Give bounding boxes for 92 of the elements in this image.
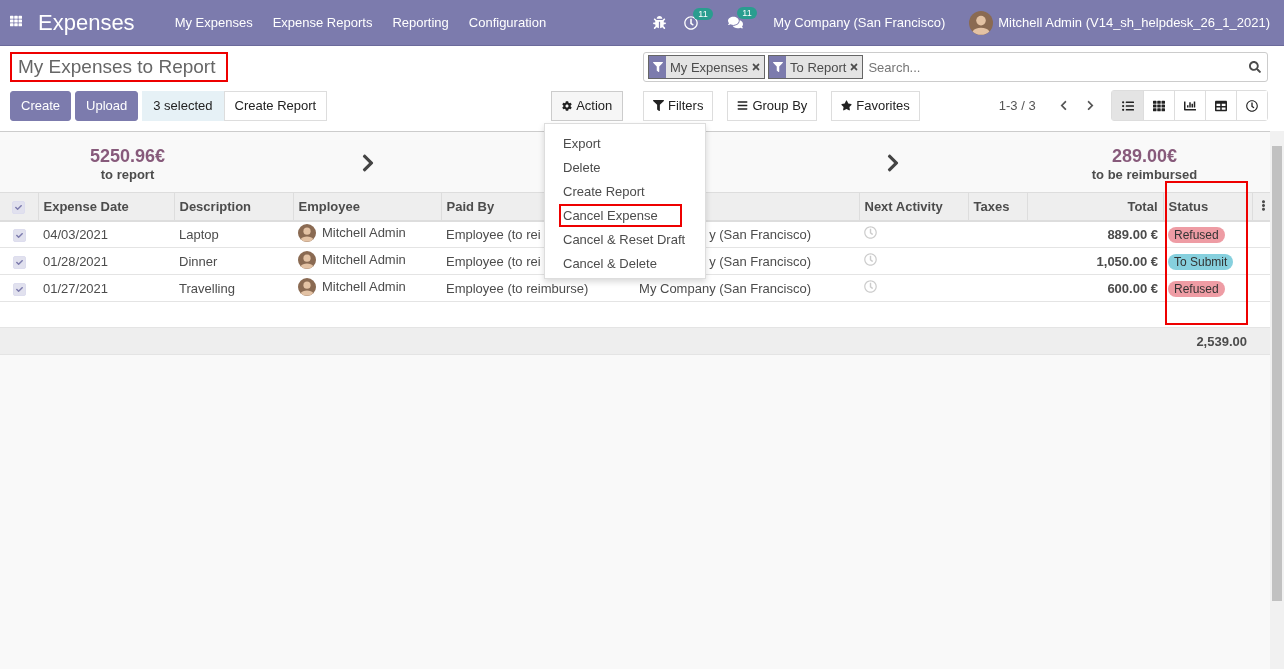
table-cell: 04/03/2021 [43,226,109,242]
table-cell: My Company (San Francisco) [639,280,811,296]
search-option-button[interactable]: Favorites [831,90,920,121]
bug-icon[interactable] [653,16,667,29]
search-icon[interactable] [1249,61,1261,73]
column-header[interactable]: Next Activity [859,192,968,221]
table-cell: Dinner [179,253,218,269]
row-checkbox[interactable] [12,255,26,269]
nav-menu-item[interactable]: Reporting [392,15,449,30]
view-switch-button[interactable] [1112,91,1143,120]
filter-facet[interactable]: My Expenses [648,55,766,79]
app-title: Expenses [38,9,135,36]
menu-item[interactable]: Cancel Expense [559,203,682,227]
status-badge: To Submit [1168,253,1234,270]
table-icon [1215,99,1227,112]
filter-icon [772,62,783,72]
table-cell: Mitchell Admin [322,225,406,241]
stat-label: to be reimbursed [1091,167,1198,182]
table-cell: Travelling [179,280,235,296]
primary-button[interactable]: Upload [75,90,139,121]
stat-label: to report [100,167,155,182]
clock-icon [1246,99,1258,112]
stat-amount: 5250.96€ [89,146,166,167]
gear-icon [562,100,573,111]
column-header[interactable]: Taxes [968,192,1027,221]
chat-icon[interactable] [728,15,744,30]
avatar-icon [298,277,316,296]
table-cell: y (San Francisco) [709,226,811,242]
menu-icon [737,100,749,111]
secondary-button[interactable]: Create Report [223,90,328,121]
table-cell: 1,050.00 € [1096,253,1158,269]
action-button[interactable]: Action [551,90,624,121]
status-badge: Refused [1168,280,1225,297]
status-badge: Refused [1168,226,1225,243]
column-header[interactable]: Status [1163,192,1252,221]
table-cell: Employee (to rei [446,226,541,242]
selection-count[interactable]: 3 selected [142,90,224,121]
nav-menu-item[interactable]: Configuration [468,15,547,30]
menu-item[interactable]: Cancel & Delete [559,251,659,275]
check-icon [15,285,23,293]
table-cell: 889.00 € [1107,226,1158,242]
close-icon[interactable] [849,62,860,72]
search-option-button[interactable]: Filters [643,90,714,121]
table-cell: 01/28/2021 [43,253,109,269]
column-header[interactable]: Total [1027,192,1163,221]
menu-item[interactable]: Export [559,131,603,155]
menu-item[interactable]: Delete [559,155,603,179]
avatar-icon [298,223,316,242]
close-icon[interactable] [751,62,762,72]
grid-view-icon [1153,99,1165,112]
view-switch-button[interactable] [1236,91,1267,120]
column-header[interactable]: Description [174,192,293,221]
table-cell: Mitchell Admin [322,279,406,294]
nav-menu-item[interactable]: Expense Reports [272,15,373,30]
avatar-icon [969,10,994,35]
apps-menu-icon[interactable] [10,15,22,27]
filter-facet[interactable]: To Report [768,55,864,79]
nav-menu-item[interactable]: My Expenses [174,15,253,30]
column-header[interactable]: Employee [293,192,441,221]
pager-value: 1-3 / 3 [998,98,1036,113]
select-all-checkbox[interactable] [12,200,26,214]
table-cell: Employee (to rei [446,253,541,269]
primary-button[interactable]: Create [10,90,72,121]
clock-icon[interactable] [684,15,699,30]
table-cell: 01/27/2021 [43,280,109,296]
table-cell: Laptop [179,226,219,242]
avatar-icon [298,250,316,269]
stat-amount: 289.00€ [1111,146,1178,167]
check-icon [15,258,23,266]
star-icon [841,100,853,111]
user-menu[interactable]: Mitchell Admin (V14_sh_helpdesk_26_1_2021) [998,15,1270,30]
column-header[interactable]: Expense Date [38,192,174,221]
check-icon [15,203,23,211]
search-field[interactable]: My Expenses To Report Search... [643,52,1268,82]
activity-count-badge: 11 [693,7,713,20]
message-count-badge: 11 [737,7,757,19]
table-cell: y (San Francisco) [709,253,811,269]
company-switcher[interactable]: My Company (San Francisco) [773,15,946,30]
page-title: My Expenses to Report [10,52,228,82]
total-sum: 2,539.00 [1196,333,1247,349]
menu-item[interactable]: Cancel & Reset Draft [559,227,688,251]
filter-icon [653,100,664,111]
row-checkbox[interactable] [12,228,26,242]
table-cell: Mitchell Admin [322,252,406,267]
filter-icon [652,62,663,72]
table-cell: 600.00 € [1107,280,1158,296]
search-option-button[interactable]: Group By [727,90,818,121]
row-checkbox[interactable] [12,282,26,296]
list-view-icon [1121,99,1134,112]
check-icon [15,231,23,239]
table-cell: Employee (to reimburse) [446,280,589,296]
bar-chart-icon [1184,99,1196,112]
